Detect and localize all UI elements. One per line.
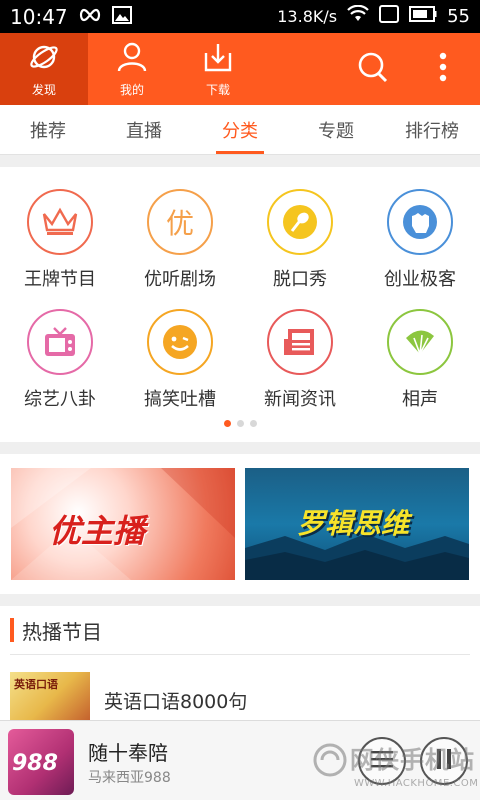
crown-icon <box>27 189 93 255</box>
category-label: 综艺八卦 <box>24 389 96 410</box>
cover-text: 988 <box>12 751 58 776</box>
tab-ranking[interactable]: 排行榜 <box>384 105 480 154</box>
nav-discover-button[interactable]: 发现 <box>0 33 88 105</box>
planet-icon <box>28 41 60 77</box>
network-speed: 13.8K/s <box>277 7 338 26</box>
category-label: 王牌节目 <box>24 269 96 290</box>
nav-download-label: 下载 <box>205 82 230 97</box>
search-icon[interactable] <box>356 49 390 89</box>
wifi-icon <box>347 4 369 28</box>
section-accent-bar <box>10 618 14 642</box>
category-item[interactable]: 新闻资讯 <box>240 309 360 411</box>
page-dot <box>223 420 231 427</box>
you-char-icon: 优 <box>147 189 213 255</box>
banner-right-text: 罗辑思维 <box>297 507 410 540</box>
user-icon <box>116 41 148 77</box>
banner-row: 优主播 罗辑思维 <box>0 454 480 594</box>
download-icon <box>202 41 234 77</box>
player-title: 随十奉陪 <box>88 741 168 765</box>
banner-you-zhubo[interactable]: 优主播 <box>11 468 235 580</box>
status-time: 10:47 <box>10 4 68 29</box>
category-item[interactable]: 脱口秀 <box>240 189 360 291</box>
category-item[interactable]: 搞笑吐槽 <box>120 309 240 411</box>
category-label: 新闻资讯 <box>264 389 336 410</box>
thumbnail-text: 英语口语 <box>14 678 58 691</box>
section-title: 热播节目 <box>10 616 102 644</box>
smiley-icon <box>147 309 213 375</box>
program-title: 英语口语8000句 <box>104 690 248 713</box>
player-cover: 988 <box>8 729 74 795</box>
status-bar: 10:47 13.8K/s 55 <box>0 0 480 33</box>
banner-left-text: 优主播 <box>49 512 146 550</box>
category-label: 相声 <box>402 389 438 410</box>
fan-icon <box>387 309 453 375</box>
page-dot <box>249 420 257 427</box>
tab-topic[interactable]: 专题 <box>288 105 384 154</box>
pause-button[interactable] <box>420 737 468 785</box>
pause-icon <box>436 748 452 774</box>
app-screen: 10:47 13.8K/s 55 发现 我的 下载 推荐 直播 分类 专题 排行… <box>0 0 480 800</box>
nav-mine-button[interactable]: 我的 <box>88 33 176 105</box>
divider <box>10 654 470 655</box>
nav-discover-label: 发现 <box>31 82 56 97</box>
battery-icon <box>409 5 437 28</box>
tab-live[interactable]: 直播 <box>96 105 192 154</box>
category-label: 创业极客 <box>384 269 456 290</box>
fist-icon <box>387 189 453 255</box>
microphone-icon <box>267 189 333 255</box>
playlist-button[interactable] <box>358 737 406 785</box>
sim-icon <box>379 5 400 28</box>
infinity-icon <box>78 7 102 26</box>
page-dot <box>236 420 244 427</box>
tab-bar: 推荐 直播 分类 专题 排行榜 <box>0 105 480 155</box>
page-indicator <box>0 420 480 427</box>
banner-luoji-siwei[interactable]: 罗辑思维 <box>245 468 469 580</box>
battery-level: 55 <box>447 6 470 27</box>
category-item[interactable]: 相声 <box>360 309 480 411</box>
image-icon <box>111 5 132 28</box>
nav-mine-label: 我的 <box>119 82 144 97</box>
category-item[interactable]: 优 优听剧场 <box>120 189 240 291</box>
category-label: 脱口秀 <box>273 269 327 290</box>
newspaper-icon <box>267 309 333 375</box>
category-grid: 王牌节目 优 优听剧场 脱口秀 创业极客 综艺八卦 搞笑吐槽 新闻资讯 相声 <box>0 167 480 442</box>
tab-recommend[interactable]: 推荐 <box>0 105 96 154</box>
category-item[interactable]: 创业极客 <box>360 189 480 291</box>
mini-player[interactable]: 988 随十奉陪 马来西亚988 <box>0 720 480 800</box>
tab-category[interactable]: 分类 <box>192 105 288 154</box>
playlist-icon <box>371 750 393 772</box>
category-item[interactable]: 王牌节目 <box>0 189 120 291</box>
tv-icon <box>27 309 93 375</box>
more-vert-icon[interactable] <box>436 49 450 89</box>
category-label: 搞笑吐槽 <box>144 389 216 410</box>
app-header: 发现 我的 下载 <box>0 33 480 105</box>
category-item[interactable]: 综艺八卦 <box>0 309 120 411</box>
nav-download-button[interactable]: 下载 <box>174 33 262 105</box>
hot-title-text: 热播节目 <box>22 619 102 644</box>
category-label: 优听剧场 <box>144 269 216 290</box>
player-subtitle: 马来西亚988 <box>88 770 171 786</box>
